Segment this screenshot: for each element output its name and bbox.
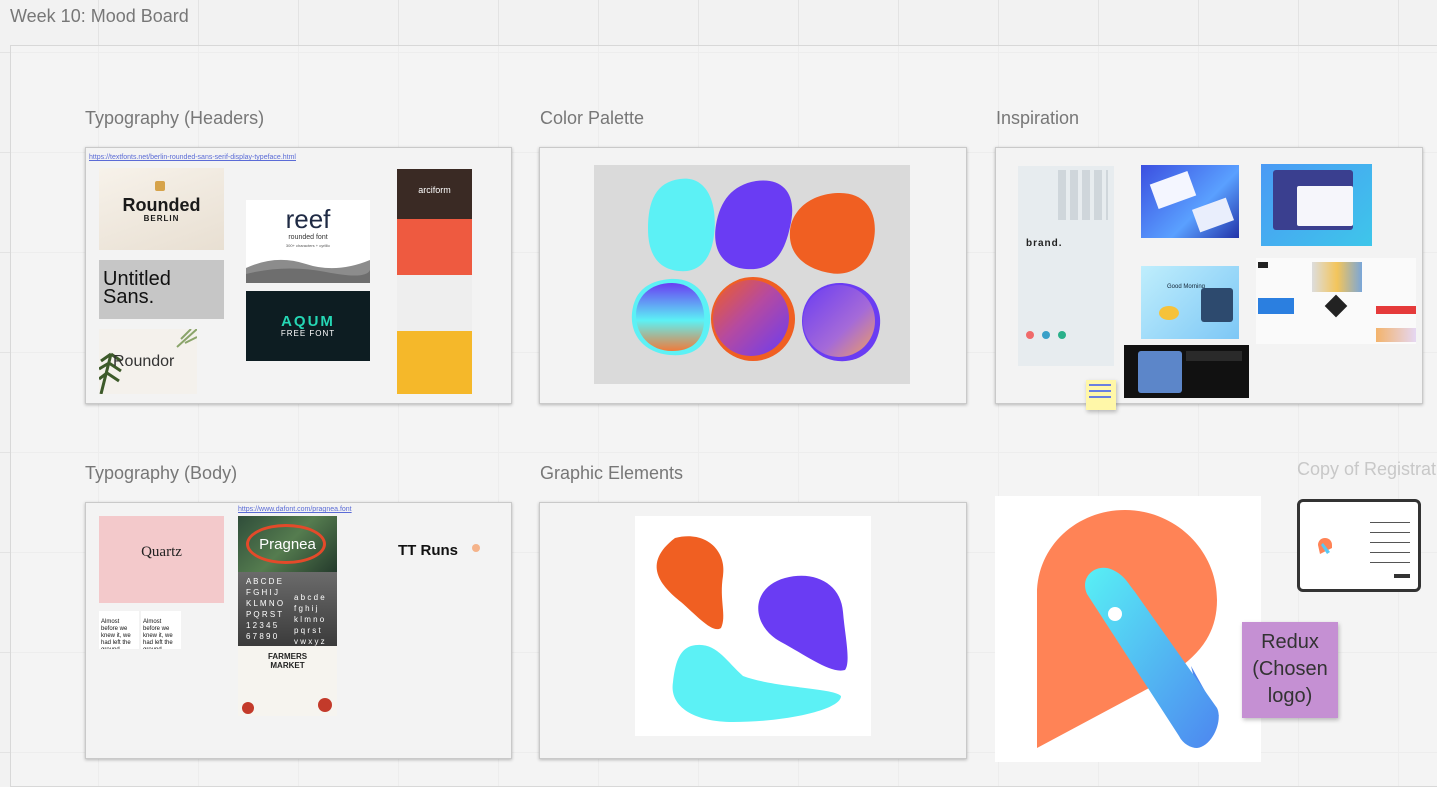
quartz-title: Quartz bbox=[141, 544, 182, 560]
alphabet-upper: A B C D E F G H I J K L M N O P Q R S T … bbox=[246, 577, 284, 641]
card-untitled-sans[interactable]: Untitled Sans. bbox=[99, 260, 224, 319]
board-title[interactable]: Week 10: Mood Board bbox=[10, 6, 189, 27]
card-ui-kit[interactable] bbox=[1256, 258, 1416, 344]
card-pragnea[interactable]: Pragnea A B C D E F G H I J K L M N O P … bbox=[238, 516, 337, 716]
card-rounded-berlin[interactable]: Rounded BERLIN bbox=[99, 168, 224, 250]
section-title-graphic-elements[interactable]: Graphic Elements bbox=[540, 463, 683, 484]
rounded-subtitle: BERLIN bbox=[143, 214, 180, 223]
reef-subtitle: rounded font bbox=[288, 234, 328, 241]
sticky-note-text: Redux (Chosen logo) bbox=[1252, 631, 1328, 707]
submit-button bbox=[1394, 574, 1410, 578]
card-good-morning[interactable]: Good Morning bbox=[1141, 266, 1239, 339]
sticky-note-redux[interactable]: Redux (Chosen logo) bbox=[1242, 622, 1338, 718]
gradient-blob-1 bbox=[636, 283, 705, 351]
alphabet-lower: a b c d e f g h i j k l m n o p q r s t … bbox=[294, 593, 325, 646]
arciform-swatch-yellow bbox=[397, 331, 472, 394]
lock-icon bbox=[155, 181, 165, 191]
arciform-swatch-white bbox=[397, 275, 472, 331]
section-title-typography-body[interactable]: Typography (Body) bbox=[85, 463, 237, 484]
card-car-ui[interactable] bbox=[1124, 345, 1249, 398]
tomato-icon bbox=[242, 702, 254, 714]
card-dashboard-ui[interactable] bbox=[1261, 164, 1372, 246]
farmers-title: FARMERS MARKET bbox=[267, 652, 308, 670]
purple-blob bbox=[715, 180, 793, 270]
orange-blob bbox=[789, 193, 875, 274]
brand-phones-image bbox=[1058, 170, 1108, 220]
roundor-title: Roundor bbox=[113, 353, 175, 370]
registration-tablet[interactable] bbox=[1297, 499, 1421, 592]
chosen-logo-card[interactable] bbox=[995, 496, 1261, 762]
mini-logo-icon bbox=[1318, 538, 1332, 554]
card-tt-runs[interactable]: TT Runs bbox=[356, 516, 481, 591]
cyan-blob bbox=[648, 178, 715, 272]
card-sample-text-1[interactable]: Almost before we knew it, we had left th… bbox=[99, 611, 139, 649]
map-image bbox=[1138, 351, 1182, 393]
untitled-line2: Sans. bbox=[103, 286, 155, 308]
swatch-green bbox=[1058, 331, 1066, 339]
pragnea-title: Pragnea bbox=[259, 536, 316, 553]
frame-inspiration[interactable]: brand. Good Morning bbox=[995, 147, 1423, 404]
diamond-icon bbox=[1324, 294, 1348, 318]
rounded-title: Rounded bbox=[122, 195, 201, 215]
sample-text-1: Almost before we knew it, we had left th… bbox=[101, 619, 131, 649]
arciform-title: arciform bbox=[418, 185, 451, 195]
swatch-blue bbox=[1042, 331, 1050, 339]
section-title-copy-registration[interactable]: Copy of Registrat bbox=[1297, 459, 1436, 480]
aqum-subtitle: FREE FONT bbox=[280, 329, 336, 338]
sun-icon bbox=[1159, 306, 1179, 320]
palette-card[interactable] bbox=[594, 165, 910, 384]
palette-blobs bbox=[631, 178, 881, 362]
card-arciform[interactable]: arciform bbox=[397, 169, 472, 394]
card-roundor[interactable]: Roundor bbox=[99, 329, 197, 394]
farmers-market-panel: FARMERS MARKET bbox=[238, 646, 337, 716]
leaf-icon bbox=[176, 329, 197, 348]
section-title-color-palette[interactable]: Color Palette bbox=[540, 108, 644, 129]
card-sample-text-2[interactable]: Almost before we knew it, we had left th… bbox=[141, 611, 181, 649]
frame-typography-body[interactable]: https://www.dafont.com/pragnea.font Quar… bbox=[85, 502, 512, 759]
frame-graphic-elements[interactable] bbox=[539, 502, 967, 759]
reef-caption: 300+ characters + cyrillic bbox=[285, 243, 331, 248]
card-brand-board[interactable]: brand. bbox=[1018, 166, 1114, 366]
sticky-note-small[interactable] bbox=[1086, 380, 1116, 410]
section-title-inspiration[interactable]: Inspiration bbox=[996, 108, 1079, 129]
section-title-typography-headers[interactable]: Typography (Headers) bbox=[85, 108, 264, 129]
sample-text-2: Almost before we knew it, we had left th… bbox=[143, 619, 173, 649]
gradient-blob-2 bbox=[713, 280, 789, 356]
card-reef[interactable]: reef rounded font 300+ characters + cyri… bbox=[246, 200, 370, 283]
graphic-blobs bbox=[656, 536, 848, 722]
aqum-title: AQUM bbox=[281, 313, 335, 330]
arciform-swatch-red bbox=[397, 219, 472, 275]
swatch-red bbox=[1026, 331, 1034, 339]
brand-title: brand. bbox=[1026, 238, 1063, 249]
card-blue-business-cards[interactable] bbox=[1141, 165, 1239, 238]
good-morning-title: Good Morning bbox=[1167, 284, 1206, 290]
dot-icon bbox=[472, 544, 480, 552]
font-source-link-body[interactable]: https://www.dafont.com/pragnea.font bbox=[238, 506, 352, 513]
card-aqum[interactable]: AQUM FREE FONT bbox=[246, 291, 370, 361]
pragnea-header: Pragnea bbox=[238, 516, 337, 572]
alphabet-panel: A B C D E F G H I J K L M N O P Q R S T … bbox=[238, 572, 337, 646]
hill-image bbox=[246, 259, 370, 283]
tomato-icon-2 bbox=[318, 698, 332, 712]
gradient-blob-3 bbox=[803, 285, 875, 357]
graphic-elements-card[interactable] bbox=[635, 516, 871, 736]
card-quartz[interactable]: Quartz bbox=[99, 516, 224, 603]
redux-logo bbox=[1037, 510, 1219, 748]
font-source-link[interactable]: https://textfonts.net/berlin-rounded-san… bbox=[89, 154, 296, 161]
tag-hole bbox=[1108, 607, 1122, 621]
reef-title: reef bbox=[285, 204, 331, 234]
frame-color-palette[interactable] bbox=[539, 147, 967, 404]
tt-runs-title: TT Runs bbox=[398, 542, 458, 559]
frame-typography-headers[interactable]: https://textfonts.net/berlin-rounded-san… bbox=[85, 147, 512, 404]
